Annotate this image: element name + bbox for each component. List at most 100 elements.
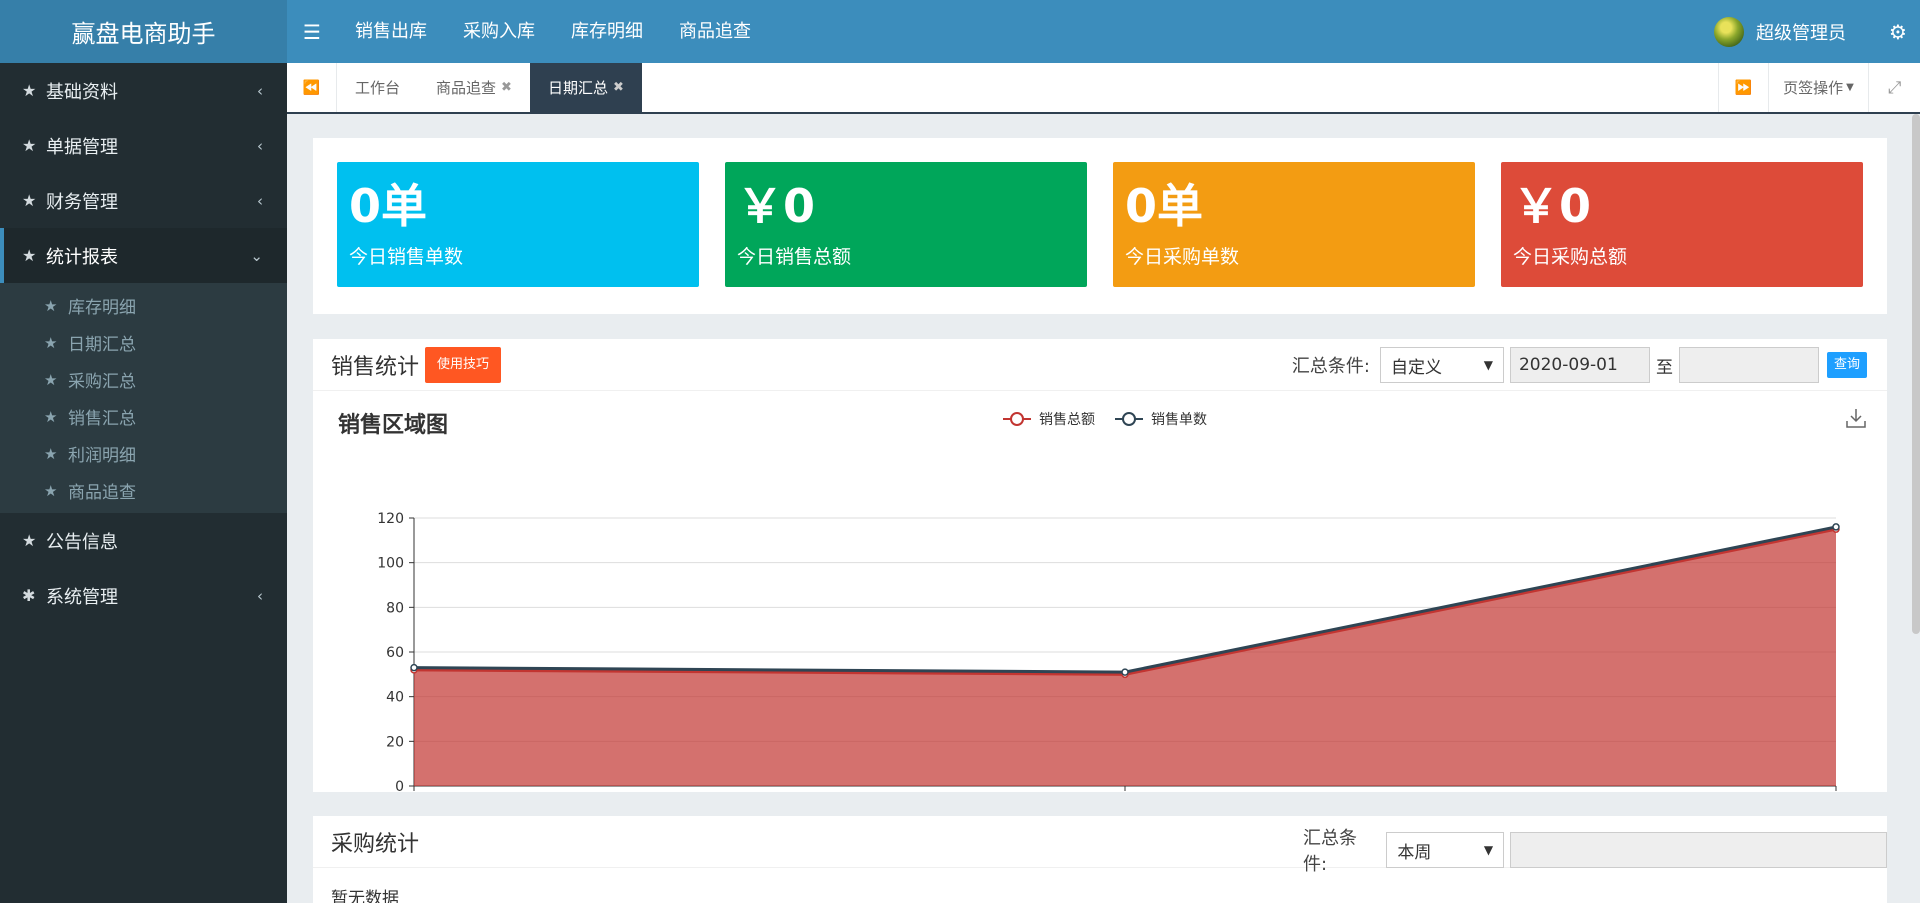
sidebar-subitem-product-trace[interactable]: ★ 商品追查 — [0, 472, 287, 509]
stat-value: ￥0 — [1513, 179, 1592, 233]
main-content: 0单 今日销售单数 ￥0 今日销售总额 0单 今日采购单数 ￥0 今日采购总额 … — [287, 114, 1920, 903]
sidebar-item-system[interactable]: ✱ 系统管理 ‹ — [0, 568, 287, 623]
y-tick-label: 60 — [386, 645, 404, 661]
chart-title: 销售区域图 — [338, 413, 449, 438]
top-nav-sales-out[interactable]: 销售出库 — [337, 0, 445, 63]
star-icon: ★ — [44, 481, 58, 500]
user-name[interactable]: 超级管理员 — [1756, 19, 1846, 45]
tab-operations-dropdown[interactable]: 页签操作 ▼ — [1768, 63, 1868, 112]
top-nav-product-trace[interactable]: 商品追查 — [661, 0, 769, 63]
sidebar-item-label: 基础资料 — [46, 81, 118, 103]
tab-scroll-right-icon[interactable]: ⏩ — [1718, 63, 1768, 112]
purchase-stats-panel: 采购统计 汇总条件: 本周 ▼ 暂无数据 — [313, 816, 1887, 903]
star-icon: ★ — [44, 296, 58, 315]
stat-value: 0单 — [1125, 179, 1204, 233]
filter-label: 汇总条件: — [1303, 828, 1357, 875]
stats-panel: 0单 今日销售单数 ￥0 今日销售总额 0单 今日采购单数 ￥0 今日采购总额 — [313, 138, 1887, 314]
chevron-down-icon: ▼ — [1483, 843, 1494, 857]
usage-tips-button[interactable]: 使用技巧 — [425, 346, 502, 383]
chevron-left-icon: ‹ — [257, 136, 263, 155]
star-icon: ★ — [44, 407, 58, 426]
star-icon: ★ — [22, 81, 37, 100]
tab-label: 商品追查 — [436, 79, 497, 97]
stat-today-purchase-orders: 0单 今日采购单数 — [1113, 162, 1475, 287]
purchase-condition-select[interactable]: 本周 ▼ — [1386, 832, 1505, 868]
page-scrollbar[interactable] — [1912, 114, 1920, 634]
star-icon: ★ — [22, 191, 37, 210]
panel-title: 销售统计 — [331, 354, 420, 380]
fullscreen-icon[interactable]: ⤢ — [1868, 63, 1920, 112]
star-icon: ★ — [22, 136, 37, 155]
sidebar-item-reports[interactable]: ★ 统计报表 ⌄ — [0, 228, 287, 283]
menu-toggle-icon[interactable]: ☰ — [287, 20, 337, 44]
sidebar-item-announcements[interactable]: ★ 公告信息 — [0, 513, 287, 568]
sidebar-subitem-label: 销售汇总 — [68, 409, 136, 429]
date-to-input[interactable] — [1678, 347, 1819, 383]
tab-bar: ⏪ 工作台 商品追查 ✖ 日期汇总 ✖ ⏩ 页签操作 ▼ ⤢ — [287, 63, 1920, 114]
tab-date-summary[interactable]: 日期汇总 ✖ — [529, 63, 642, 112]
y-tick-label: 100 — [377, 556, 404, 572]
brand-logo[interactable]: 赢盘电商助手 — [0, 0, 287, 63]
stat-today-sales-orders: 0单 今日销售单数 — [337, 162, 699, 287]
data-point — [1832, 523, 1840, 531]
sidebar-subitem-date-summary[interactable]: ★ 日期汇总 — [0, 324, 287, 361]
sidebar-item-documents[interactable]: ★ 单据管理 ‹ — [0, 118, 287, 173]
sidebar-subitem-purchase-summary[interactable]: ★ 采购汇总 — [0, 361, 287, 398]
sidebar-subitem-inventory-detail[interactable]: ★ 库存明细 — [0, 287, 287, 324]
sidebar-subitem-label: 商品追查 — [68, 483, 136, 503]
legend-marker — [1010, 412, 1024, 426]
data-point — [1121, 668, 1129, 676]
legend-label: 销售单数 — [1151, 412, 1207, 428]
reports-submenu: ★ 库存明细 ★ 日期汇总 ★ 采购汇总 ★ 销售汇总 ★ 利润明细 ★ 商品追查 — [0, 283, 287, 513]
y-tick-label: 0 — [395, 779, 404, 792]
y-tick-label: 120 — [377, 511, 404, 527]
tab-label: 工作台 — [355, 79, 401, 97]
sidebar-item-finance[interactable]: ★ 财务管理 ‹ — [0, 173, 287, 228]
stat-today-sales-amount: ￥0 今日销售总额 — [725, 162, 1087, 287]
chevron-down-icon: ⌄ — [250, 246, 263, 265]
close-icon[interactable]: ✖ — [613, 80, 624, 95]
tab-label: 日期汇总 — [547, 79, 608, 97]
sidebar-subitem-profit-detail[interactable]: ★ 利润明细 — [0, 435, 287, 472]
top-nav-inventory-detail[interactable]: 库存明细 — [553, 0, 661, 63]
sidebar-subitem-label: 日期汇总 — [68, 335, 136, 355]
sidebar-item-label: 公告信息 — [46, 531, 118, 553]
top-nav: 销售出库 采购入库 库存明细 商品追查 — [337, 0, 769, 63]
chevron-left-icon: ‹ — [257, 81, 263, 100]
sidebar: 赢盘电商助手 ★ 基础资料 ‹ ★ 单据管理 ‹ ★ 财务管理 ‹ ★ 统计报表… — [0, 0, 287, 903]
summary-condition-select[interactable]: 自定义 ▼ — [1379, 347, 1504, 383]
stat-label: 今日销售单数 — [349, 246, 464, 268]
stat-label: 今日采购总额 — [1513, 246, 1628, 268]
filter-label: 汇总条件: — [1291, 356, 1370, 377]
query-button[interactable]: 查询 — [1826, 352, 1867, 378]
close-icon[interactable]: ✖ — [501, 80, 512, 95]
tab-workbench[interactable]: 工作台 — [337, 63, 418, 112]
sales-chart: 销售区域图 0204060801001202020-09-012020-09-0… — [313, 391, 1887, 812]
select-value: 自定义 — [1390, 357, 1442, 378]
y-tick-label: 40 — [386, 690, 404, 706]
stat-label: 今日采购单数 — [1125, 246, 1240, 268]
purchase-panel-header: 采购统计 汇总条件: 本周 ▼ — [313, 816, 1887, 875]
chart-svg: 0204060801001202020-09-012020-09-022020-… — [373, 412, 1877, 812]
chevron-down-icon: ▼ — [1483, 358, 1493, 372]
y-tick-label: 80 — [386, 600, 404, 616]
tab-product-trace[interactable]: 商品追查 ✖ — [418, 63, 530, 112]
star-icon: ★ — [44, 444, 58, 463]
download-icon[interactable] — [1845, 407, 1867, 429]
sidebar-subitem-label: 库存明细 — [68, 298, 136, 318]
sidebar-subitem-sales-summary[interactable]: ★ 销售汇总 — [0, 398, 287, 435]
tab-scroll-left-icon[interactable]: ⏪ — [287, 63, 337, 112]
purchase-date-input[interactable] — [1510, 832, 1887, 868]
avatar[interactable] — [1714, 16, 1744, 47]
sidebar-subitem-label: 利润明细 — [68, 446, 136, 466]
sidebar-item-basic-data[interactable]: ★ 基础资料 ‹ — [0, 63, 287, 118]
sidebar-item-label: 系统管理 — [46, 586, 118, 608]
star-icon: ★ — [22, 531, 37, 550]
star-icon: ★ — [44, 370, 58, 389]
top-header: ☰ 销售出库 采购入库 库存明细 商品追查 超级管理员 ⚙ — [287, 0, 1920, 63]
date-from-input[interactable]: 2020-09-01 — [1509, 347, 1650, 383]
settings-gears-icon[interactable]: ⚙ — [1876, 20, 1920, 44]
top-nav-purchase-in[interactable]: 采购入库 — [445, 0, 553, 63]
y-tick-label: 20 — [386, 734, 404, 750]
sidebar-item-label: 财务管理 — [46, 191, 118, 213]
